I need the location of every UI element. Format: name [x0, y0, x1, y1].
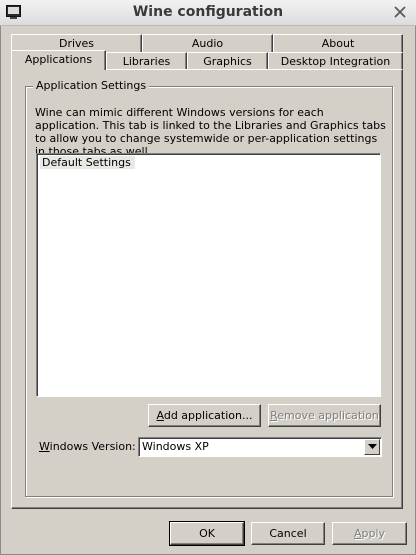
button-label: Cancel — [269, 527, 307, 540]
tab-desktop-integration[interactable]: Desktop Integration — [268, 52, 403, 70]
mnemonic: W — [39, 440, 50, 453]
button-label: OK — [199, 527, 215, 540]
application-list[interactable]: Default Settings — [36, 153, 381, 397]
button-label: dd application... — [163, 409, 253, 422]
title-bar: Wine configuration — [0, 0, 416, 26]
tab-about[interactable]: About — [273, 34, 403, 52]
tab-label: Audio — [191, 37, 224, 50]
tab-graphics[interactable]: Graphics — [187, 52, 268, 70]
tab-label: Libraries — [122, 55, 171, 68]
remove-application-button[interactable]: Remove application — [268, 404, 381, 427]
group-label: Application Settings — [33, 79, 150, 92]
ok-button[interactable]: OK — [169, 521, 245, 546]
label-text: indows Version: — [49, 440, 136, 453]
windows-version-label: Windows Version: — [39, 440, 136, 453]
button-label: pply — [361, 527, 386, 540]
button-label: emove application — [277, 409, 379, 422]
window-title: Wine configuration — [132, 4, 284, 20]
tab-audio[interactable]: Audio — [142, 34, 273, 52]
list-item[interactable]: Default Settings — [40, 156, 135, 169]
tab-label: Desktop Integration — [280, 55, 391, 68]
selected-value: Windows XP — [142, 440, 209, 453]
tab-label: Graphics — [203, 55, 252, 68]
tab-label: About — [321, 37, 355, 50]
tab-libraries[interactable]: Libraries — [106, 52, 187, 70]
close-icon[interactable] — [393, 5, 407, 19]
tab-label: Applications — [24, 53, 93, 66]
mnemonic: A — [156, 409, 164, 422]
dropdown-arrow-icon[interactable] — [364, 439, 380, 455]
mnemonic: A — [353, 527, 362, 540]
cancel-button[interactable]: Cancel — [251, 522, 325, 545]
apply-button[interactable]: Apply — [332, 522, 407, 545]
windows-version-select[interactable]: Windows XP — [138, 437, 382, 457]
add-application-button[interactable]: Add application... — [148, 404, 261, 427]
description-text: Wine can mimic different Windows version… — [35, 106, 386, 158]
tab-applications[interactable]: Applications — [11, 50, 106, 70]
tab-label: Drives — [58, 37, 95, 50]
